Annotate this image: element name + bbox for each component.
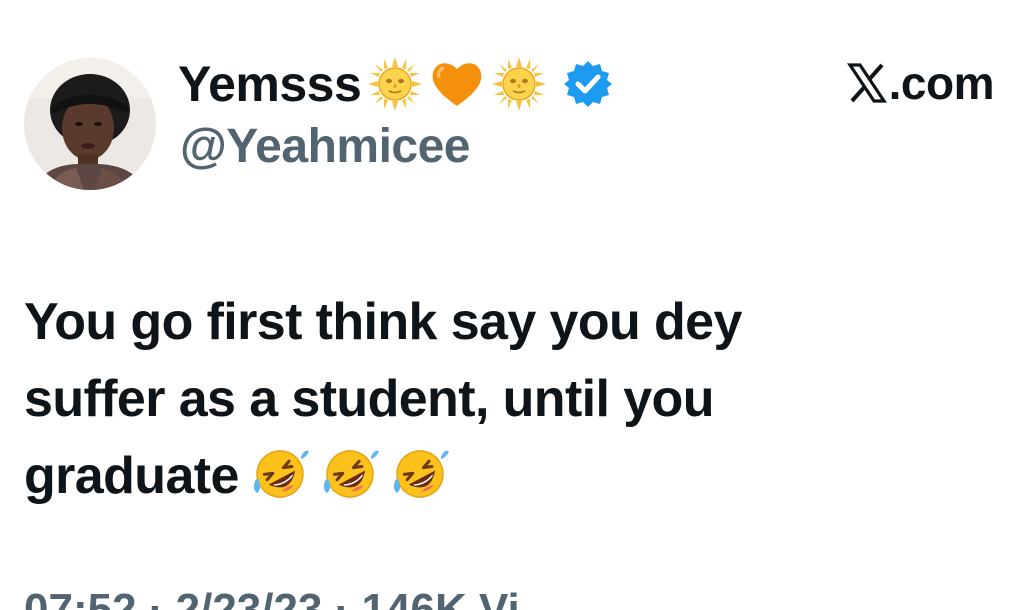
sun-with-face-icon xyxy=(491,56,547,112)
avatar-photo xyxy=(24,58,156,190)
avatar[interactable] xyxy=(24,58,156,190)
sun-with-face-icon xyxy=(367,56,423,112)
tweet-line: You go first think say you dey xyxy=(24,293,742,351)
rolling-on-floor-laughing-icon xyxy=(321,445,379,503)
display-name[interactable]: Yemsss xyxy=(178,59,362,109)
author-name-row: Yemsss xyxy=(178,54,613,114)
author-handle[interactable]: @Yeahmicee xyxy=(180,123,470,171)
source-label: .com xyxy=(846,57,995,109)
source-domain: .com xyxy=(888,57,995,109)
tweet-line-text: graduate xyxy=(24,447,239,505)
tweet-text: You go first think say you dey suffer as… xyxy=(24,284,964,515)
tweet-line: suffer as a student, until you xyxy=(24,370,714,428)
rolling-on-floor-laughing-icon xyxy=(251,445,309,503)
tweet-timestamp[interactable]: 07:52 · 2/23/23 · 146K Vi xyxy=(24,588,520,610)
x-logo-icon xyxy=(846,63,887,103)
tweet-line-last: graduate xyxy=(24,438,964,515)
orange-heart-icon xyxy=(429,56,485,112)
rolling-on-floor-laughing-icon xyxy=(391,445,449,503)
verified-badge-icon[interactable] xyxy=(563,59,613,109)
